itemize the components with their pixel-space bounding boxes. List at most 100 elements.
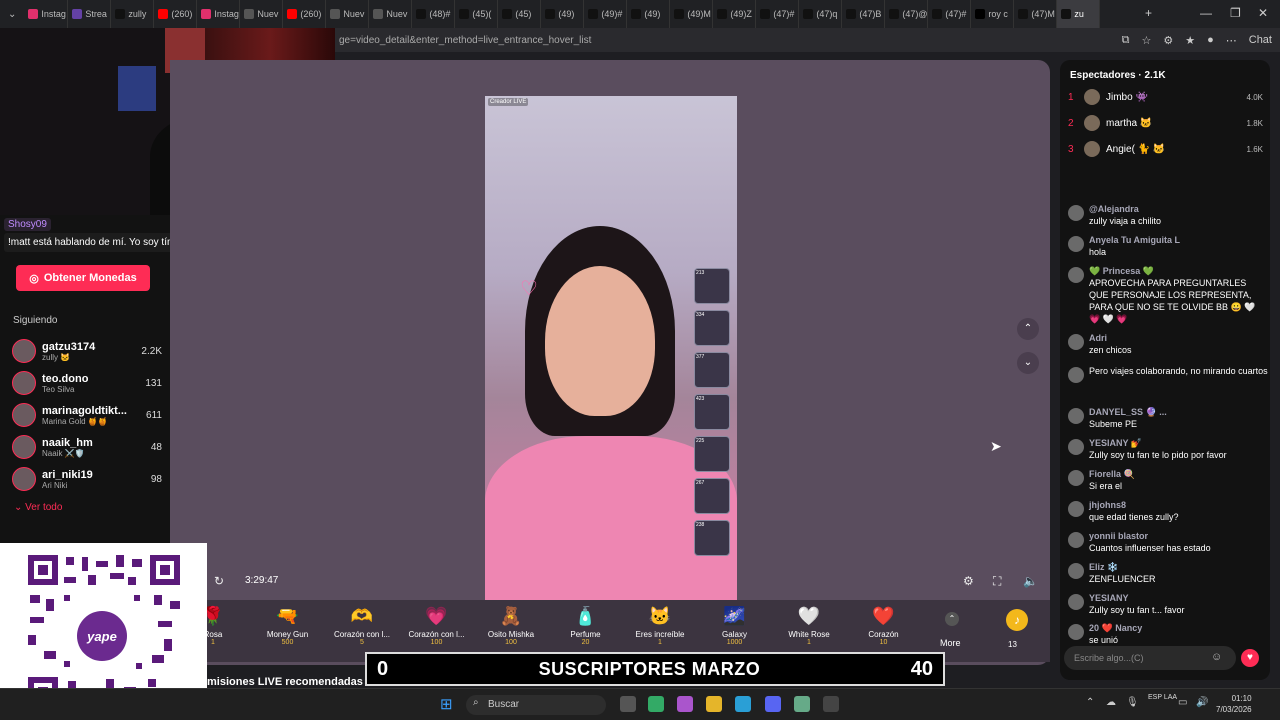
browser-tab[interactable]: (49)Z — [713, 0, 757, 28]
next-live-icon[interactable]: ⌄ — [1017, 352, 1039, 374]
chat-username[interactable]: yonnii blastor — [1089, 530, 1211, 542]
address-bar[interactable]: ge=video_detail&enter_method=live_entran… — [335, 28, 1280, 52]
discord-icon[interactable] — [765, 696, 781, 712]
taskbar-search[interactable]: Buscar — [466, 695, 606, 715]
refresh-icon[interactable]: ↻ — [214, 574, 224, 588]
browser-tab[interactable]: (260) — [154, 0, 198, 28]
browser-tab[interactable]: (47)# — [928, 0, 972, 28]
extensions-icon[interactable]: ⚙ — [1163, 34, 1173, 47]
gift-item[interactable]: ❤️ Corazón 10 — [846, 606, 922, 646]
onedrive-icon[interactable]: ☁ — [1106, 697, 1116, 708]
browser-tab[interactable]: (49) — [627, 0, 671, 28]
previous-live-icon[interactable]: ⌃ — [1017, 318, 1039, 340]
browser-tab[interactable]: (45)( — [455, 0, 499, 28]
gift-item[interactable]: 🔫 Money Gun 500 — [250, 606, 326, 646]
chat-username[interactable]: jhjohns8 — [1089, 499, 1179, 511]
browser-tab[interactable]: Nuev — [240, 0, 284, 28]
top-viewer-row[interactable]: 1 Jimbo 👾 4.0K — [1068, 88, 1263, 106]
stack-viewer-tile[interactable]: 334 — [694, 310, 730, 346]
edge-icon[interactable] — [735, 696, 751, 712]
menu-dots-icon[interactable]: ⋯ — [1226, 34, 1237, 47]
minimize-icon[interactable]: — — [1200, 6, 1212, 20]
browser-tab[interactable]: (49) — [541, 0, 585, 28]
stack-viewer-tile[interactable]: 238 — [694, 520, 730, 556]
windows-start-icon[interactable]: ⊞ — [440, 695, 453, 713]
like-heart-button[interactable]: ♥ — [1241, 649, 1259, 667]
gift-item[interactable]: 🤍 White Rose 1 — [771, 606, 847, 646]
taskview-icon[interactable] — [620, 696, 636, 712]
browser-tab[interactable]: zully — [111, 0, 155, 28]
chat-username[interactable]: @Alejandra — [1089, 203, 1161, 215]
chat-username[interactable]: Eliz ❄️ — [1089, 561, 1156, 573]
browser-tab[interactable]: (260) — [283, 0, 327, 28]
chat-username[interactable]: 💚 Princesa 💚 — [1089, 265, 1268, 277]
coin-balance-icon[interactable]: ♪ — [1006, 609, 1028, 631]
stack-viewer-tile[interactable]: 423 — [694, 394, 730, 430]
tray-chevron-icon[interactable]: ⌃ — [1086, 697, 1094, 708]
gift-item[interactable]: 🧸 Osito Mishka 100 — [473, 606, 549, 646]
open-in-app-icon[interactable]: ⧉ — [1122, 34, 1130, 47]
tab-list-chevron-icon[interactable]: ⌄ — [0, 9, 24, 20]
url-text[interactable]: ge=video_detail&enter_method=live_entran… — [339, 35, 591, 46]
browser-tab[interactable]: (45) — [498, 0, 542, 28]
stack-viewer-tile[interactable]: 225 — [694, 436, 730, 472]
language-indicator[interactable]: ESP LAA — [1148, 693, 1177, 703]
browser-tab[interactable]: (47)@ — [885, 0, 929, 28]
explorer-icon[interactable] — [706, 696, 722, 712]
obs-icon[interactable] — [823, 696, 839, 712]
network-icon[interactable]: ▭ — [1178, 697, 1187, 708]
browser-tab[interactable]: (47)M — [1014, 0, 1058, 28]
gift-item[interactable]: 🧴 Perfume 20 — [548, 606, 624, 646]
browser-tab[interactable]: (47)B — [842, 0, 886, 28]
browser-tab[interactable]: (47)q — [799, 0, 843, 28]
browser-tab[interactable]: Instag — [197, 0, 241, 28]
browser-tab[interactable]: Nuev — [369, 0, 413, 28]
system-clock[interactable]: 01:10 7/03/2026 — [1216, 693, 1252, 715]
chat-username[interactable]: YESIANY 💅 — [1089, 437, 1227, 449]
chat-username[interactable]: Fiorella 🍭 — [1089, 468, 1135, 480]
fullscreen-icon[interactable]: ⛶ — [993, 574, 1001, 589]
app-icon[interactable] — [794, 696, 810, 712]
more-gifts-label[interactable]: More — [940, 638, 961, 648]
browser-tab[interactable]: zu — [1057, 0, 1101, 28]
close-window-icon[interactable]: ✕ — [1258, 6, 1268, 20]
volume-tray-icon[interactable]: 🔊 — [1196, 697, 1208, 708]
gift-item[interactable]: 🫶 Corazón con l... 5 — [324, 606, 400, 646]
browser-tab[interactable]: (49)# — [584, 0, 628, 28]
chat-username[interactable]: DANYEL_SS 🔮 ... — [1089, 406, 1167, 418]
volume-icon[interactable]: 🔈 — [1023, 574, 1038, 588]
gift-item[interactable]: 🌌 Galaxy 1000 — [697, 606, 773, 646]
copilot-chat-button[interactable]: Chat — [1249, 34, 1272, 46]
more-gifts-icon[interactable]: ⌃ — [945, 612, 959, 626]
browser-tab[interactable]: Strea — [68, 0, 112, 28]
stack-viewer-tile[interactable]: 377 — [694, 352, 730, 388]
maximize-icon[interactable]: ❐ — [1230, 6, 1241, 20]
browser-tab[interactable]: Nuev — [326, 0, 370, 28]
following-item[interactable]: marinagoldtikt... Marina Gold 🍯🍯 611 — [12, 401, 162, 429]
chat-username[interactable]: Anyela Tu Amiguita L — [1089, 234, 1180, 246]
store-icon[interactable] — [648, 696, 664, 712]
profile-avatar-icon[interactable]: ● — [1207, 34, 1214, 46]
chat-username[interactable]: 20 ❤️ Nancy — [1089, 622, 1142, 634]
emoji-icon[interactable]: ☺ — [1211, 651, 1222, 663]
mic-icon[interactable]: 🎙 — [1126, 697, 1139, 708]
top-viewer-row[interactable]: 2 martha 🐱 1.8K — [1068, 114, 1263, 132]
gift-item[interactable]: 🐱 Eres increíble 1 — [622, 606, 698, 646]
copilot-icon[interactable] — [677, 696, 693, 712]
stack-viewer-tile[interactable]: 213 — [694, 268, 730, 304]
settings-icon[interactable]: ⚙ — [963, 574, 974, 588]
chat-username[interactable]: YESIANY — [1089, 592, 1185, 604]
top-viewer-row[interactable]: 3 Angie( 🐈 🐱 1.6K — [1068, 140, 1263, 158]
chat-username[interactable]: Adri — [1089, 332, 1132, 344]
browser-tab[interactable]: Instag — [24, 0, 69, 28]
new-tab-button[interactable]: + — [1145, 6, 1152, 20]
browser-tab[interactable]: roy c — [971, 0, 1015, 28]
favorites-icon[interactable]: ★ — [1185, 34, 1195, 47]
get-coins-button[interactable]: ◎ Obtener Monedas — [16, 265, 150, 291]
browser-tab[interactable]: (49)M — [670, 0, 714, 28]
browser-tab[interactable]: (47)# — [756, 0, 800, 28]
following-item[interactable]: ari_niki19 Ari Niki 98 — [12, 465, 162, 493]
bookmark-star-icon[interactable]: ☆ — [1141, 34, 1151, 47]
browser-tab[interactable]: (48)# — [412, 0, 456, 28]
gift-item[interactable]: 💗 Corazón con l... 100 — [399, 606, 475, 646]
